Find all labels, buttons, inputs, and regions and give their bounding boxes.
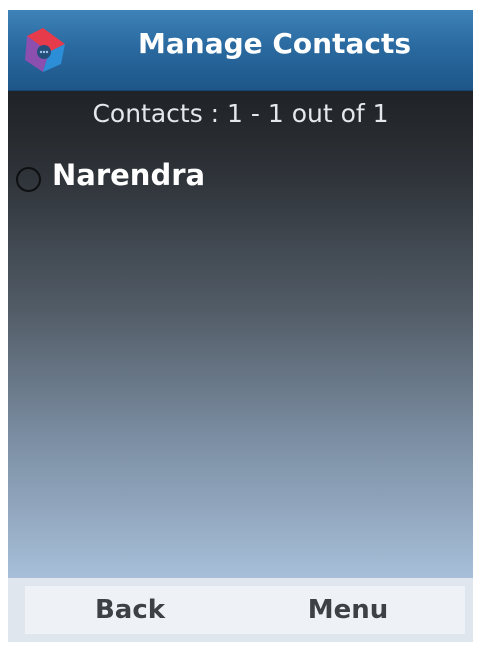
softkey-bar: Back Menu: [8, 578, 473, 642]
phone-app-window: Manage Contacts Contacts : 1 - 1 out of …: [8, 10, 473, 642]
contact-name: Narendra: [52, 158, 206, 192]
back-button[interactable]: Back: [50, 586, 210, 634]
menu-button[interactable]: Menu: [268, 586, 428, 634]
contacts-count-label: Contacts : 1 - 1 out of 1: [92, 99, 389, 128]
softkey-panel: Back Menu: [25, 586, 465, 634]
radio-icon[interactable]: [16, 167, 41, 192]
screen: Manage Contacts Contacts : 1 - 1 out of …: [0, 0, 484, 650]
contact-list-item[interactable]: Narendra: [16, 155, 456, 199]
title-bar: Manage Contacts: [8, 10, 473, 91]
page-title: Manage Contacts: [138, 27, 412, 60]
app-logo-icon: [19, 24, 71, 76]
contacts-list-area: Contacts : 1 - 1 out of 1 Narendra: [8, 91, 473, 578]
